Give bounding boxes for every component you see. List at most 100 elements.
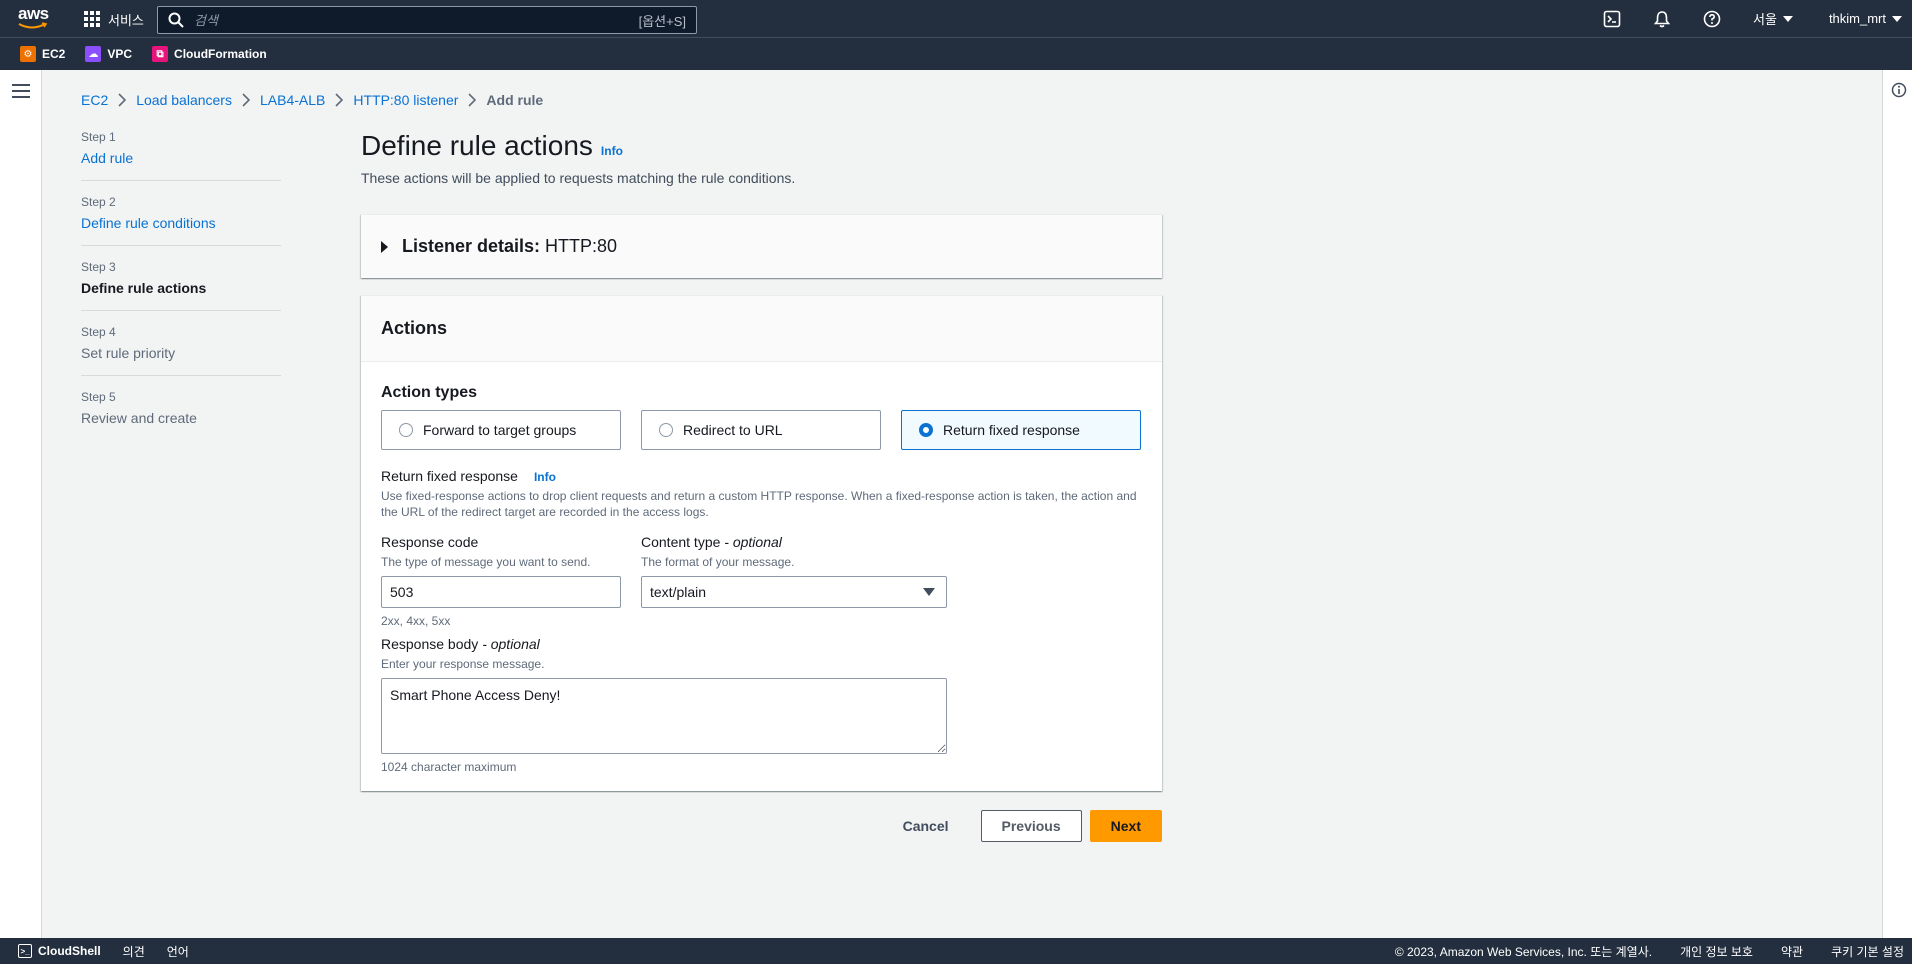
action-type-redirect[interactable]: Redirect to URL <box>641 410 881 450</box>
favorite-vpc[interactable]: ☁ VPC <box>85 46 132 62</box>
aws-logo-text: aws <box>18 4 49 23</box>
step-link-define-conditions[interactable]: Define rule conditions <box>81 215 281 231</box>
feedback-link[interactable]: 의견 <box>123 943 145 960</box>
content-type-help: The format of your message. <box>641 555 795 569</box>
notifications-bell-icon[interactable] <box>1653 10 1671 28</box>
response-body-help: Enter your response message. <box>381 657 545 671</box>
copyright-text: © 2023, Amazon Web Services, Inc. 또는 계열사… <box>1394 944 1653 959</box>
ec2-icon: ⚙ <box>20 46 36 62</box>
breadcrumb-listener[interactable]: HTTP:80 listener <box>353 92 458 108</box>
action-types-title: Action types <box>381 384 478 401</box>
previous-button[interactable]: Previous <box>980 810 1082 842</box>
vpc-icon: ☁ <box>85 46 102 62</box>
favorite-label: EC2 <box>42 47 66 61</box>
wizard-step: Step 3 Define rule actions <box>81 260 281 311</box>
cookie-preferences-link[interactable]: 쿠키 기본 설정 <box>1831 943 1904 960</box>
breadcrumb-lab4-alb[interactable]: LAB4-ALB <box>260 92 325 108</box>
step-link-add-rule[interactable]: Add rule <box>81 150 281 166</box>
favorite-label: CloudFormation <box>174 47 267 61</box>
radio-button[interactable] <box>659 423 673 437</box>
privacy-link[interactable]: 개인 정보 보호 <box>1680 943 1753 960</box>
cancel-button[interactable]: Cancel <box>883 810 969 842</box>
content-type-select[interactable]: text/plain <box>641 576 947 608</box>
action-type-fixed-response[interactable]: Return fixed response <box>901 410 1141 450</box>
step-number: Step 5 <box>81 390 116 404</box>
content-type-label-row: Content type - optional <box>641 534 947 550</box>
wizard-step: Step 5 Review and create <box>81 390 281 440</box>
radio-button[interactable] <box>399 423 413 437</box>
aws-logo[interactable]: aws <box>18 4 52 32</box>
aws-smile-icon <box>18 22 48 29</box>
response-code-constraint: 2xx, 4xx, 5xx <box>381 614 451 628</box>
step-number: Step 2 <box>81 195 116 209</box>
search-icon <box>168 12 184 28</box>
info-circle-icon[interactable] <box>1891 82 1907 98</box>
response-code-input[interactable] <box>381 576 621 608</box>
favorites-bar: ⚙ EC2 ☁ VPC ⧉ CloudFormation <box>0 37 1912 70</box>
terms-link[interactable]: 약관 <box>1781 943 1803 960</box>
response-fields-row: Response code The type of message you wa… <box>381 534 1142 628</box>
actions-panel: Actions Action types Forward to target g… <box>361 295 1162 791</box>
listener-details-label: Listener details: <box>402 236 541 256</box>
caret-right-icon <box>381 240 388 253</box>
optional-tag: - optional <box>724 534 782 550</box>
caret-down-icon <box>923 588 935 596</box>
wizard-step: Step 1 Add rule <box>81 130 281 181</box>
services-label: 서비스 <box>108 12 144 28</box>
chevron-right-icon <box>458 93 486 107</box>
step-current-define-actions: Define rule actions <box>81 280 207 296</box>
action-type-forward[interactable]: Forward to target groups <box>381 410 621 450</box>
response-body-textarea[interactable] <box>381 678 947 754</box>
next-button[interactable]: Next <box>1089 810 1162 842</box>
response-code-help: The type of message you want to send. <box>381 555 591 569</box>
language-link[interactable]: 언어 <box>167 943 189 960</box>
wizard-step: Step 2 Define rule conditions <box>81 195 281 246</box>
favorite-cloudformation[interactable]: ⧉ CloudFormation <box>152 46 267 62</box>
wizard-actions: Cancel Previous Next <box>361 810 1162 842</box>
actions-body: Action types Forward to target groups Re… <box>361 362 1162 794</box>
footer: >_ CloudShell 의견 언어 © 2023, Amazon Web S… <box>0 938 1912 964</box>
fixed-response-title-row: Return fixed response Info <box>381 468 1142 484</box>
user-menu[interactable]: thkim_mrt <box>1829 11 1902 26</box>
step-set-priority: Set rule priority <box>81 345 176 361</box>
response-body-label: Response body <box>381 636 479 652</box>
optional-tag: - optional <box>482 636 540 652</box>
response-code-field: Response code The type of message you wa… <box>381 534 621 628</box>
breadcrumb-load-balancers[interactable]: Load balancers <box>136 92 232 108</box>
radio-button-selected[interactable] <box>919 423 933 437</box>
main-content: Define rule actions Info These actions w… <box>361 130 1162 842</box>
grid-icon <box>84 11 100 27</box>
actions-header: Actions <box>361 296 1162 362</box>
region-selector[interactable]: 서울 <box>1753 9 1793 28</box>
cloudshell-label: CloudShell <box>38 944 101 958</box>
services-menu-button[interactable]: 서비스 <box>84 8 144 30</box>
user-name: thkim_mrt <box>1828 11 1886 26</box>
info-link[interactable]: Info <box>534 470 556 484</box>
breadcrumb-ec2[interactable]: EC2 <box>81 92 108 108</box>
hamburger-menu-icon[interactable] <box>12 84 30 98</box>
search-input[interactable] <box>194 12 614 28</box>
chevron-right-icon <box>232 93 260 107</box>
action-type-label: Return fixed response <box>943 422 1080 438</box>
page-title: Define rule actions <box>361 130 593 161</box>
step-number: Step 1 <box>81 130 116 144</box>
cloudshell-icon: >_ <box>18 944 32 958</box>
cloudshell-icon[interactable] <box>1603 10 1621 28</box>
info-link[interactable]: Info <box>601 144 623 158</box>
step-number: Step 3 <box>81 260 116 274</box>
action-type-label: Redirect to URL <box>683 422 783 438</box>
content-type-field: Content type - optional The format of yo… <box>641 534 947 628</box>
right-rail <box>1882 70 1912 938</box>
step-number: Step 4 <box>81 325 116 339</box>
search-bar[interactable]: [옵션+S] <box>157 6 697 34</box>
help-icon[interactable] <box>1703 10 1721 28</box>
chevron-right-icon <box>108 93 136 107</box>
breadcrumb: EC2 Load balancers LAB4-ALB HTTP:80 list… <box>81 92 543 108</box>
wizard-steps: Step 1 Add rule Step 2 Define rule condi… <box>81 130 281 454</box>
favorite-ec2[interactable]: ⚙ EC2 <box>20 46 65 62</box>
cloudformation-icon: ⧉ <box>152 46 169 62</box>
response-code-label: Response code <box>381 534 479 550</box>
listener-details-expander[interactable]: Listener details: HTTP:80 <box>361 214 1162 278</box>
cloudshell-footer-button[interactable]: >_ CloudShell <box>18 944 101 958</box>
nav-right-group: 서울 thkim_mrt <box>1603 0 1912 37</box>
